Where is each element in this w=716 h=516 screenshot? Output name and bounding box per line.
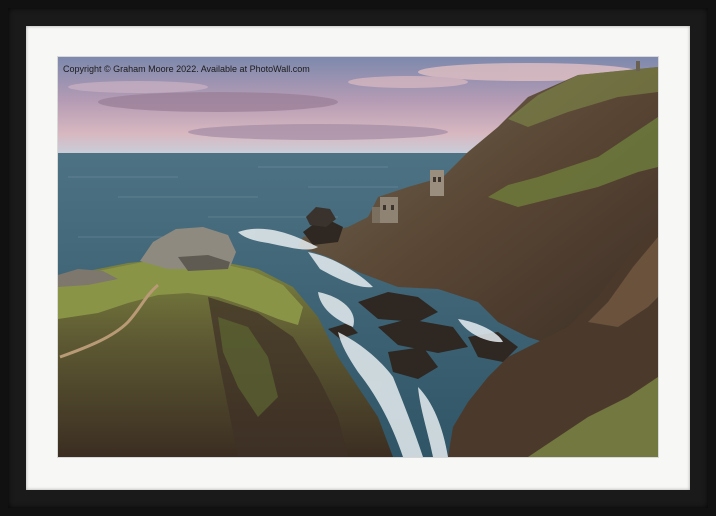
mine-engine-house-icon-2 [430,170,444,196]
picture-frame: Copyright © Graham Moore 2022. Available… [0,0,716,516]
chimney [636,61,640,71]
framed-photo: Copyright © Graham Moore 2022. Available… [58,57,658,457]
coastal-landscape-photo [58,57,658,457]
copyright-watermark: Copyright © Graham Moore 2022. Available… [63,64,310,74]
